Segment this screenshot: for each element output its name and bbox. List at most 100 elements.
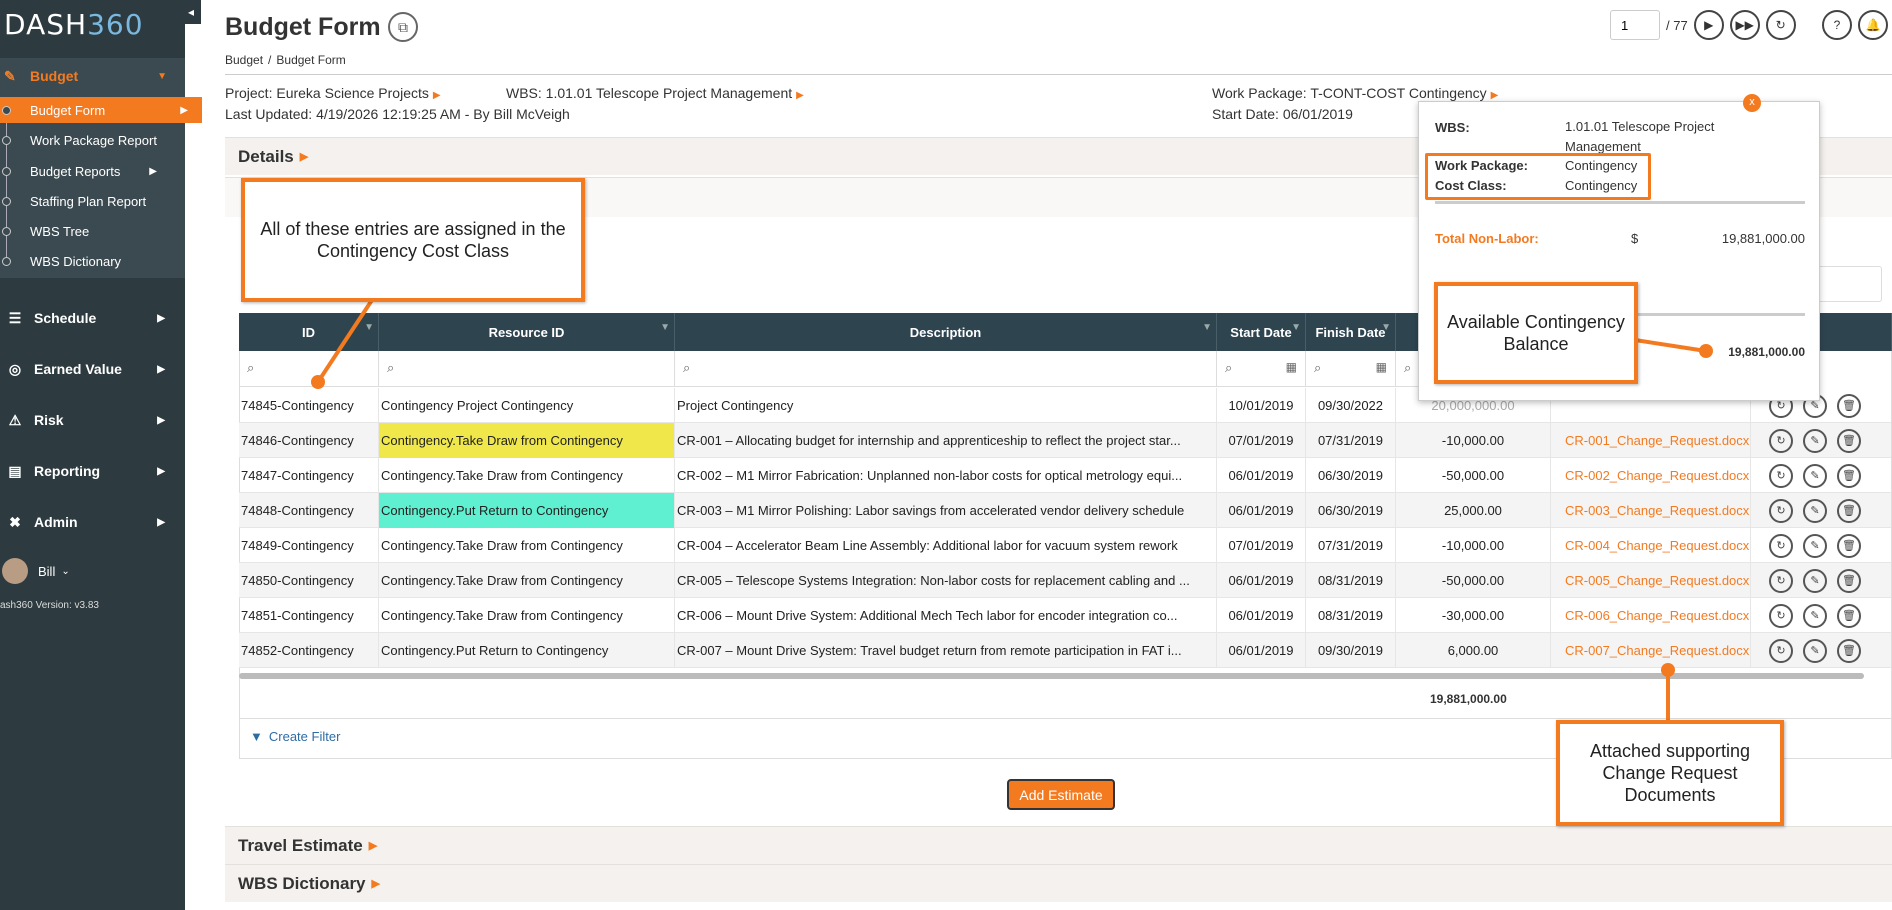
caret-right-icon[interactable]: ▶ [433, 90, 441, 101]
caret-right-icon[interactable]: ▶ [796, 90, 804, 101]
copy-icon[interactable]: ⧉ [388, 12, 418, 42]
page-number-input[interactable] [1610, 10, 1660, 40]
filter-icon[interactable]: ▼ [1202, 320, 1212, 335]
document-link[interactable]: CR-001_Change_Request.docx [1551, 423, 1751, 458]
calendar-icon[interactable]: ▦ [1286, 360, 1297, 374]
table-row[interactable]: 74846-Contingency Contingency.Take Draw … [239, 423, 1891, 458]
trash-icon[interactable]: 🗑 [1837, 463, 1861, 488]
filter-icon[interactable]: ▼ [1291, 320, 1301, 335]
description-cell: CR-001 – Allocating budget for internshi… [675, 423, 1217, 458]
sidebar-item-wbs-dictionary[interactable]: WBS Dictionary [0, 248, 185, 274]
refresh-icon[interactable]: ↻ [1765, 10, 1796, 40]
trash-icon[interactable]: 🗑 [1837, 428, 1861, 453]
filter-icon[interactable]: ▼ [660, 320, 670, 335]
description-filter-input[interactable]: ⌕ [675, 351, 1217, 387]
horizontal-scrollbar[interactable] [239, 673, 1864, 679]
document-link[interactable]: CR-007_Change_Request.docx [1551, 633, 1751, 668]
table-row[interactable]: 74849-Contingency Contingency.Take Draw … [239, 528, 1891, 563]
section-title: WBS Dictionary [238, 873, 366, 893]
column-header-finish-date[interactable]: Finish Date ▼ [1306, 313, 1396, 351]
sidebar-item-budget-form[interactable]: Budget Form ▶ [0, 97, 202, 123]
row-actions: ↻ ✎ 🗑 [1751, 423, 1891, 458]
sidebar-item-risk[interactable]: ⚠ Risk ▶ [0, 405, 185, 435]
edit-icon[interactable]: ✎ [1803, 533, 1827, 558]
sidebar-item-wbs-tree[interactable]: WBS Tree [0, 218, 185, 244]
calendar-icon[interactable]: ▦ [1376, 360, 1387, 374]
trash-icon[interactable]: 🗑 [1837, 603, 1861, 628]
table-row[interactable]: 74850-Contingency Contingency.Take Draw … [239, 563, 1891, 598]
resource-filter-input[interactable]: ⌕ [379, 351, 675, 387]
table-row[interactable]: 74847-Contingency Contingency.Take Draw … [239, 458, 1891, 493]
total-divider [239, 718, 1892, 719]
add-estimate-button[interactable]: Add Estimate [1007, 779, 1115, 810]
edit-icon[interactable]: ✎ [1803, 498, 1827, 523]
id-cell: 74848-Contingency [239, 493, 379, 528]
refresh-icon[interactable]: ↻ [1769, 498, 1793, 523]
chevron-down-icon: ⌄ [61, 565, 70, 577]
document-link[interactable]: CR-004_Change_Request.docx [1551, 528, 1751, 563]
edit-icon[interactable]: ✎ [1803, 463, 1827, 488]
sidebar-item-budget-reports[interactable]: Budget Reports ▶ [0, 158, 185, 184]
sidebar-collapse-button[interactable]: ◂ [181, 0, 201, 24]
row-actions: ↻ ✎ 🗑 [1751, 528, 1891, 563]
table-row[interactable]: 74848-Contingency Contingency.Put Return… [239, 493, 1891, 528]
column-header-resource-id[interactable]: Resource ID ▼ [379, 313, 675, 351]
refresh-icon[interactable]: ↻ [1769, 638, 1793, 663]
next-page-icon[interactable]: ▶ [1693, 10, 1724, 40]
sidebar-item-staffing-plan-report[interactable]: Staffing Plan Report [0, 188, 185, 214]
column-header-description[interactable]: Description ▼ [675, 313, 1217, 351]
document-link[interactable]: CR-002_Change_Request.docx [1551, 458, 1751, 493]
wbs-value: 1.01.01 Telescope Project Management [545, 85, 793, 101]
sidebar-item-work-package-report[interactable]: Work Package Report [0, 127, 185, 153]
id-filter-input[interactable]: ⌕ [239, 351, 379, 387]
document-link[interactable]: CR-006_Change_Request.docx [1551, 598, 1751, 633]
trash-icon[interactable]: 🗑 [1837, 638, 1861, 663]
search-icon: ⌕ [247, 360, 255, 375]
table-row[interactable]: 74851-Contingency Contingency.Take Draw … [239, 598, 1891, 633]
edit-icon[interactable]: ✎ [1803, 603, 1827, 628]
refresh-icon[interactable]: ↻ [1769, 603, 1793, 628]
document-link[interactable]: CR-005_Change_Request.docx [1551, 563, 1751, 598]
caret-right-icon[interactable]: ▶ [1491, 90, 1499, 101]
sidebar-item-label: Budget Reports [30, 163, 121, 179]
help-icon[interactable]: ? [1822, 10, 1852, 40]
edit-icon[interactable]: ✎ [1803, 568, 1827, 593]
refresh-icon[interactable]: ↻ [1769, 463, 1793, 488]
wbs-label: WBS: [506, 85, 542, 101]
filter-row: ⌕ ⌕ ⌕ ⌕ ▦ ⌕ ▦ ⌕ [239, 351, 1526, 387]
edit-icon[interactable]: ✎ [1803, 428, 1827, 453]
refresh-icon[interactable]: ↻ [1769, 428, 1793, 453]
filter-icon[interactable]: ▼ [364, 320, 374, 335]
column-header-id[interactable]: ID ▼ [239, 313, 379, 351]
section-wbs-dictionary[interactable]: WBS Dictionary ▶ [225, 864, 1892, 902]
refresh-icon[interactable]: ↻ [1769, 568, 1793, 593]
column-header-start-date[interactable]: Start Date ▼ [1217, 313, 1306, 351]
trash-icon[interactable]: 🗑 [1837, 393, 1861, 418]
create-filter-link[interactable]: ▼ Create Filter [250, 729, 340, 744]
user-menu[interactable]: Bill ⌄ [0, 558, 70, 584]
app-logo[interactable]: DASH360 [4, 8, 144, 41]
sidebar-item-budget[interactable]: ✎ Budget ▼ [0, 62, 185, 90]
table-row[interactable]: 74852-Contingency Contingency.Put Return… [239, 633, 1891, 668]
trash-icon[interactable]: 🗑 [1837, 568, 1861, 593]
trash-icon[interactable]: 🗑 [1837, 533, 1861, 558]
close-icon[interactable]: x [1743, 94, 1761, 112]
last-page-icon[interactable]: ▶▶ [1729, 10, 1760, 40]
notification-bell-icon[interactable]: 🔔 [1858, 10, 1888, 40]
document-link[interactable]: CR-003_Change_Request.docx [1551, 493, 1751, 528]
sidebar-item-earned-value[interactable]: ◎ Earned Value ▶ [0, 354, 185, 384]
refresh-icon[interactable]: ↻ [1769, 533, 1793, 558]
edit-icon[interactable]: ✎ [1803, 638, 1827, 663]
sidebar-item-admin[interactable]: ✖ Admin ▶ [0, 507, 185, 537]
header-label: Start Date [1230, 324, 1292, 340]
breadcrumb-item-budget[interactable]: Budget [225, 53, 263, 67]
sidebar-item-reporting[interactable]: ▤ Reporting ▶ [0, 456, 185, 486]
sidebar-item-schedule[interactable]: ☰ Schedule ▶ [0, 303, 185, 333]
filter-icon[interactable]: ▼ [1381, 320, 1391, 335]
start-date-filter-input[interactable]: ⌕ ▦ [1217, 351, 1306, 387]
finish-date-cell: 06/30/2019 [1306, 493, 1396, 528]
currency-symbol: $ [1631, 231, 1639, 246]
trash-icon[interactable]: 🗑 [1837, 498, 1861, 523]
finish-date-filter-input[interactable]: ⌕ ▦ [1306, 351, 1396, 387]
section-travel-estimate[interactable]: Travel Estimate ▶ [225, 826, 1892, 864]
